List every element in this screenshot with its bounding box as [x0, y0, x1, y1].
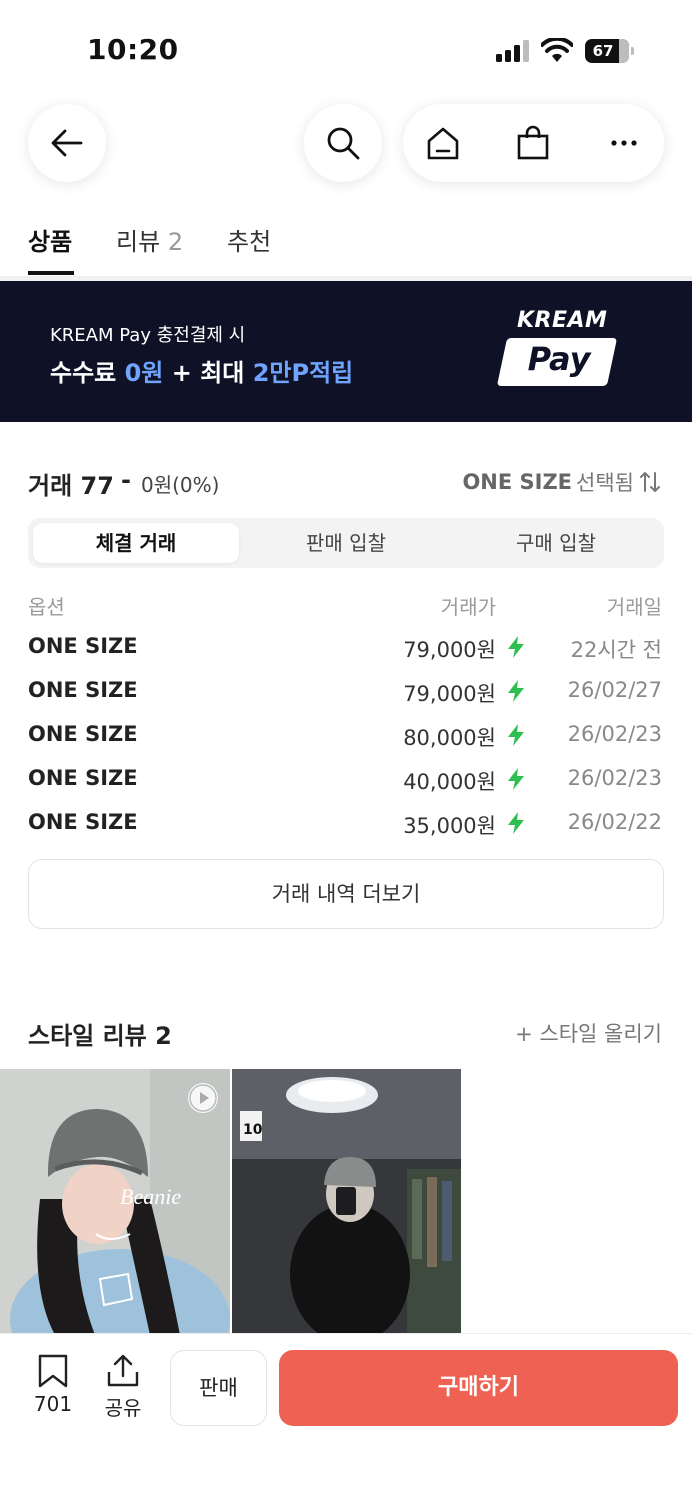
cellular-signal-icon [496, 40, 529, 62]
bookmark-count: 701 [33, 1392, 73, 1416]
size-value: ONE SIZE [462, 470, 573, 494]
trade-date: 26/02/23 [567, 722, 662, 746]
status-time: 10:20 [87, 33, 179, 66]
bottom-action-bar: 701 공유 판매 구매하기 [0, 1333, 692, 1500]
bookmark-button[interactable] [36, 1354, 70, 1392]
trade-price: 80,000원 [403, 726, 496, 750]
battery-level: 67 [592, 42, 614, 60]
lightning-bolt-icon [508, 680, 524, 702]
share-button[interactable] [105, 1352, 141, 1392]
lightning-bolt-icon [508, 768, 524, 790]
trade-price: 35,000원 [403, 814, 496, 838]
home-icon [427, 127, 459, 160]
trade-date: 26/02/27 [567, 678, 662, 702]
status-bar: 10:20 67 [0, 0, 692, 100]
kream-logo: KREAM [517, 308, 608, 333]
banner-line2: 수수료 0원 + 최대 2만P적립 [50, 359, 354, 387]
segment-sell-bids[interactable]: 판매 입찰 [243, 523, 449, 563]
trade-row: ONE SIZE 79,000원 22시간 전 [0, 634, 692, 678]
style-photo-1[interactable]: Beanie [0, 1069, 230, 1335]
kream-pay-banner[interactable]: KREAM Pay 충전결제 시 수수료 0원 + 최대 2만P적립 KREAM… [0, 281, 692, 422]
active-tab-indicator [28, 271, 74, 275]
photo-2-illustration: 10 [232, 1069, 461, 1335]
trade-price: 40,000원 [403, 770, 496, 794]
trade-date: 26/02/22 [567, 810, 662, 834]
sell-button[interactable]: 판매 [170, 1350, 267, 1426]
trade-count-title: 거래 77 [28, 472, 114, 500]
svg-text:Beanie: Beanie [120, 1184, 181, 1209]
trade-type-segment: 체결 거래 판매 입찰 구매 입찰 [28, 518, 664, 568]
search-icon [327, 127, 360, 160]
share-icon [107, 1354, 139, 1387]
lightning-bolt-icon [508, 724, 524, 746]
tab-review-count: 2 [167, 228, 184, 256]
trade-option: ONE SIZE [28, 810, 138, 834]
wifi-icon [541, 38, 573, 62]
more-trades-button[interactable]: 거래 내역 더보기 [28, 859, 664, 929]
col-header-date: 거래일 [606, 595, 662, 619]
arrow-left-icon [51, 129, 83, 157]
more-dots-icon [611, 140, 637, 146]
col-header-option: 옵션 [28, 595, 65, 619]
tab-recommend[interactable]: 추천 [227, 222, 271, 257]
segment-completed[interactable]: 체결 거래 [33, 523, 239, 563]
pay-logo-text: Pay [527, 340, 591, 378]
upload-style-button[interactable]: + 스타일 올리기 [515, 1018, 662, 1048]
buy-button[interactable]: 구매하기 [279, 1350, 678, 1426]
trade-price: 79,000원 [403, 682, 496, 706]
trade-option: ONE SIZE [28, 766, 138, 790]
trade-price: 79,000원 [403, 638, 496, 662]
trade-row: ONE SIZE 79,000원 26/02/27 [0, 678, 692, 722]
sort-arrows-icon [640, 472, 660, 492]
trade-option: ONE SIZE [28, 634, 138, 658]
style-photo-2[interactable]: 10 [232, 1069, 461, 1335]
trade-option: ONE SIZE [28, 722, 138, 746]
nav-actions-group [403, 104, 664, 182]
style-review-title: 스타일 리뷰 2 [28, 1022, 172, 1050]
lightning-bolt-icon [508, 812, 524, 834]
svg-text:10: 10 [243, 1122, 263, 1138]
tab-product[interactable]: 상품 [28, 222, 72, 257]
battery-icon: 67 [585, 39, 635, 63]
content-tabs: 상품 리뷰 2 추천 [0, 210, 692, 276]
trade-change-summary: 0원(0%) [141, 473, 220, 497]
shopping-bag-icon [517, 125, 549, 160]
col-header-price: 거래가 [440, 595, 496, 619]
video-play-icon [188, 1083, 218, 1113]
trade-row: ONE SIZE 80,000원 26/02/23 [0, 722, 692, 766]
tab-review[interactable]: 리뷰 2 [116, 222, 183, 257]
size-selector[interactable]: ONE SIZE 선택됨 [462, 467, 662, 497]
trade-row: ONE SIZE 40,000원 26/02/23 [0, 766, 692, 810]
cart-button[interactable] [513, 123, 553, 163]
trade-date: 26/02/23 [567, 766, 662, 790]
trade-date: 22시간 전 [570, 638, 662, 662]
back-button[interactable] [28, 104, 106, 182]
more-button[interactable] [604, 123, 644, 163]
share-label: 공유 [104, 1396, 142, 1420]
size-suffix: 선택됨 [576, 471, 634, 495]
segment-buy-bids[interactable]: 구매 입찰 [453, 523, 659, 563]
trade-option: ONE SIZE [28, 678, 138, 702]
trade-dash: - [121, 466, 131, 494]
lightning-bolt-icon [508, 636, 524, 658]
bookmark-icon [38, 1354, 68, 1388]
home-button[interactable] [423, 123, 463, 163]
search-button[interactable] [304, 104, 382, 182]
banner-line1: KREAM Pay 충전결제 시 [50, 325, 246, 346]
trade-row: ONE SIZE 35,000원 26/02/22 [0, 810, 692, 854]
